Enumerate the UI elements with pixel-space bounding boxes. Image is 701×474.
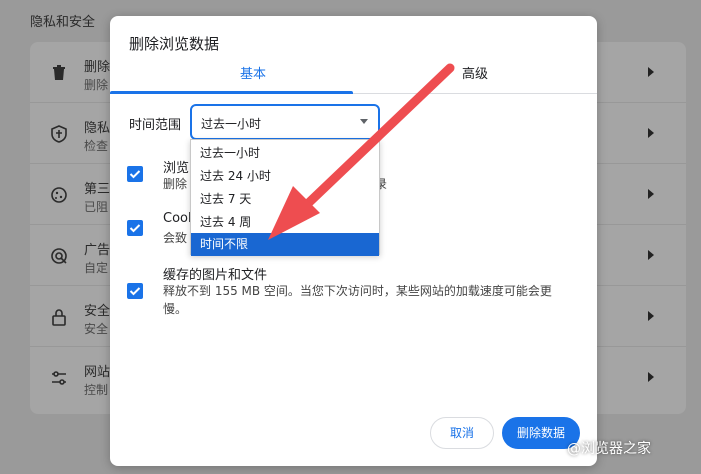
- cookie-icon: [50, 186, 68, 204]
- checkbox-cookies[interactable]: [127, 220, 143, 236]
- option-last-7d[interactable]: 过去 7 天: [191, 188, 379, 211]
- chevron-right-icon: [648, 372, 654, 382]
- option-last-4w[interactable]: 过去 4 周: [191, 211, 379, 234]
- checkmark-icon: [129, 224, 141, 233]
- row-title: 广告: [84, 243, 111, 258]
- row-desc: 安全: [84, 322, 109, 336]
- tab-advanced[interactable]: 高级: [375, 66, 575, 94]
- item-title: 缓存的图片和文件: [163, 268, 268, 283]
- section-title: 隐私和安全: [30, 15, 96, 30]
- checkbox-browsing-history[interactable]: [127, 166, 143, 182]
- trash-icon: [50, 64, 68, 82]
- checkbox-cached-images[interactable]: [127, 283, 143, 299]
- chevron-right-icon: [648, 67, 654, 77]
- chevron-right-icon: [648, 250, 654, 260]
- cancel-button[interactable]: 取消: [430, 417, 494, 449]
- ad-privacy-icon: [50, 247, 68, 265]
- checkmark-icon: [129, 170, 141, 179]
- checkmark-icon: [129, 287, 141, 296]
- option-last-24h[interactable]: 过去 24 小时: [191, 165, 379, 188]
- lock-icon: [50, 308, 68, 326]
- chevron-right-icon: [648, 311, 654, 321]
- clear-browsing-data-dialog: 删除浏览数据 基本 高级 时间范围 过去一小时 浏览 删除 录 Cook 会致 …: [110, 16, 597, 466]
- row-title: 网站: [84, 365, 111, 380]
- chevron-right-icon: [648, 189, 654, 199]
- time-range-label: 时间范围: [129, 118, 182, 133]
- time-range-select[interactable]: 过去一小时: [190, 104, 380, 140]
- option-all-time[interactable]: 时间不限: [191, 233, 379, 256]
- row-desc: 已阻: [84, 200, 109, 214]
- time-range-dropdown: 过去一小时 过去 24 小时 过去 7 天 过去 4 周 时间不限: [190, 139, 380, 256]
- item-desc: 删除: [163, 177, 188, 191]
- sliders-icon: [50, 369, 68, 387]
- item-desc: 会致: [163, 231, 188, 245]
- row-title: 第三: [84, 182, 111, 197]
- shield-icon: [50, 125, 68, 143]
- row-title: 隐私: [84, 121, 111, 136]
- tab-basic[interactable]: 基本: [153, 66, 353, 94]
- item-title: 浏览: [163, 161, 190, 176]
- chevron-right-icon: [648, 128, 654, 138]
- row-desc: 自定: [84, 261, 109, 275]
- row-desc: 删除: [84, 78, 109, 92]
- row-desc: 控制: [84, 383, 109, 397]
- option-last-hour[interactable]: 过去一小时: [191, 142, 379, 165]
- caret-down-icon: [360, 119, 368, 124]
- row-desc: 检查: [84, 139, 109, 153]
- tab-indicator: [110, 91, 353, 94]
- time-range-value: 过去一小时: [201, 117, 262, 131]
- dialog-title: 删除浏览数据: [129, 35, 220, 53]
- row-title: 安全: [84, 304, 111, 319]
- watermark: @浏览器之家: [567, 441, 651, 457]
- item-desc: 释放不到 155 MB 空间。当您下次访问时，某些网站的加载速度可能会更慢。: [163, 284, 552, 316]
